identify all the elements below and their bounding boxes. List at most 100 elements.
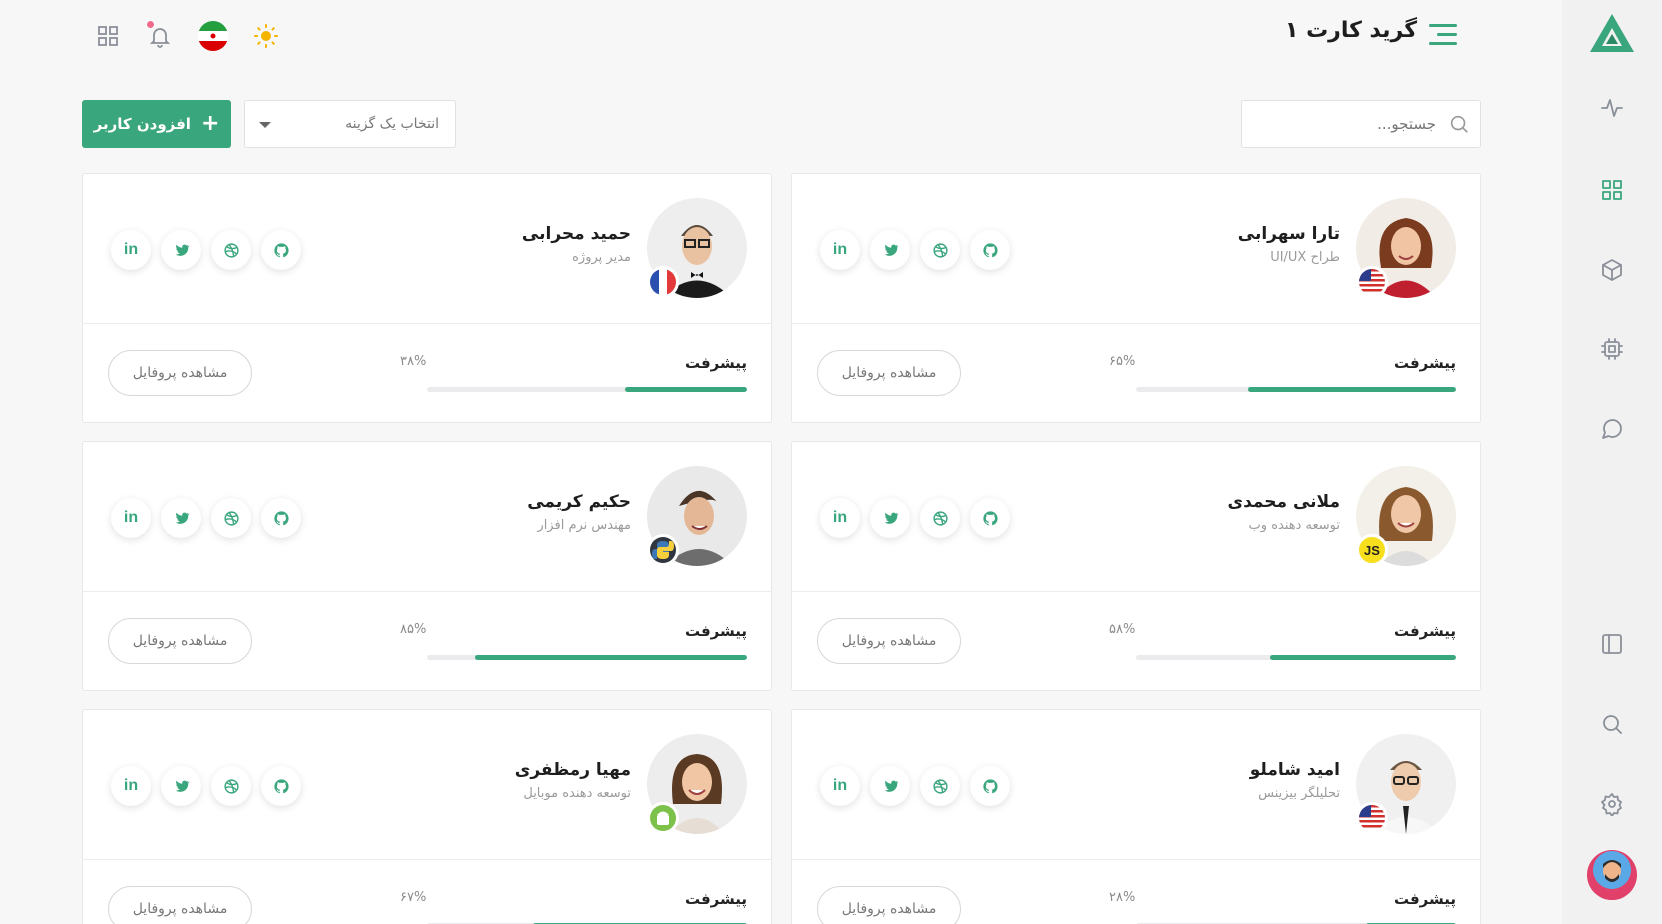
github-button[interactable]: [970, 766, 1010, 806]
add-user-label: افزودن کاربر: [93, 115, 191, 133]
us-flag-badge-icon: [1356, 266, 1388, 298]
card-header: JS ملانی محمدی توسعه دهنده وب in: [792, 442, 1480, 592]
dribbble-button[interactable]: [920, 498, 960, 538]
github-icon: [982, 778, 999, 795]
option-select[interactable]: انتخاب یک گزینه: [244, 100, 456, 148]
progress-fill: [1270, 655, 1456, 660]
twitter-icon: [173, 242, 190, 259]
linkedin-icon: in: [832, 509, 848, 526]
avatar-wrap: [1356, 734, 1456, 834]
social-links: in: [820, 498, 1010, 538]
dribbble-button[interactable]: [211, 766, 251, 806]
github-button[interactable]: [261, 498, 301, 538]
linkedin-icon: in: [832, 241, 848, 258]
card-header: امید شاملو تحلیلگر بیزینس in: [792, 710, 1480, 860]
settings-icon[interactable]: [1598, 790, 1626, 818]
twitter-button[interactable]: [161, 230, 201, 270]
dribbble-button[interactable]: [211, 498, 251, 538]
avatar-wrap: [647, 466, 747, 566]
view-profile-button[interactable]: مشاهده پروفایل: [817, 350, 961, 396]
github-button[interactable]: [970, 498, 1010, 538]
avatar-wrap: [647, 734, 747, 834]
progress-bar: [427, 387, 747, 392]
person-name: تارا سهرابی: [1237, 224, 1340, 244]
social-links: in: [111, 498, 301, 538]
linkedin-button[interactable]: in: [820, 230, 860, 270]
person-name: حمید محرابی: [521, 224, 631, 244]
search-icon[interactable]: [1598, 710, 1626, 738]
progress-fill: [625, 387, 747, 392]
iran-flag-icon[interactable]: [196, 19, 230, 53]
progress-percent: ۳۸%: [400, 354, 427, 369]
github-button[interactable]: [261, 766, 301, 806]
dribbble-icon: [932, 778, 949, 795]
github-icon: [982, 242, 999, 259]
linkedin-icon: in: [123, 777, 139, 794]
progress-percent: ۶۵%: [1109, 354, 1136, 369]
card-header: حمید محرابی مدیر پروژه in: [83, 174, 771, 324]
cube-icon[interactable]: [1598, 256, 1626, 284]
logo[interactable]: [1588, 12, 1636, 54]
twitter-button[interactable]: [161, 766, 201, 806]
twitter-button[interactable]: [870, 766, 910, 806]
progress-fill: [1248, 387, 1456, 392]
github-button[interactable]: [261, 230, 301, 270]
page-title: گرید کارت ۱: [1284, 18, 1417, 43]
apps-grid-icon[interactable]: [92, 20, 124, 52]
twitter-button[interactable]: [870, 498, 910, 538]
twitter-button[interactable]: [870, 230, 910, 270]
linkedin-icon: in: [123, 241, 139, 258]
user-card: JS ملانی محمدی توسعه دهنده وب in پیشرفت …: [791, 441, 1481, 691]
menu-icon[interactable]: [1429, 22, 1457, 48]
twitter-icon: [882, 778, 899, 795]
user-avatar[interactable]: [1587, 850, 1637, 900]
person-name: مهیا رمظفری: [514, 760, 631, 780]
progress-label: پیشرفت: [684, 622, 747, 640]
linkedin-button[interactable]: in: [820, 498, 860, 538]
linkedin-button[interactable]: in: [820, 766, 860, 806]
progress-bar: [427, 655, 747, 660]
chat-icon[interactable]: [1598, 415, 1626, 443]
social-links: in: [111, 766, 301, 806]
js-badge-text: JS: [1364, 542, 1380, 558]
sidebar-layout-icon[interactable]: [1598, 630, 1626, 658]
twitter-icon: [882, 510, 899, 527]
dribbble-button[interactable]: [920, 766, 960, 806]
progress-percent: ۶۷%: [400, 890, 427, 905]
view-profile-button[interactable]: مشاهده پروفایل: [108, 350, 252, 396]
github-button[interactable]: [970, 230, 1010, 270]
linkedin-button[interactable]: in: [111, 230, 151, 270]
view-profile-button[interactable]: مشاهده پروفایل: [108, 618, 252, 664]
social-links: in: [820, 230, 1010, 270]
python-badge-icon: [647, 534, 679, 566]
theme-sun-icon[interactable]: [250, 20, 282, 52]
grid-icon[interactable]: [1598, 176, 1626, 204]
avatar-wrap: JS: [1356, 466, 1456, 566]
dribbble-button[interactable]: [920, 230, 960, 270]
chevron-down-icon: [259, 122, 271, 128]
card-header: تارا سهرابی طراح UI/UX in: [792, 174, 1480, 324]
person-role: مهندس نرم افزار: [537, 518, 631, 533]
twitter-icon: [882, 242, 899, 259]
linkedin-button[interactable]: in: [111, 498, 151, 538]
person-role: توسعه دهنده وب: [1248, 518, 1340, 533]
search-input[interactable]: [1266, 115, 1436, 133]
twitter-button[interactable]: [161, 498, 201, 538]
bell-icon[interactable]: [144, 20, 176, 52]
person-role: تحلیلگر بیزینس: [1258, 786, 1340, 801]
progress-percent: ۵۸%: [1109, 622, 1136, 637]
add-user-button[interactable]: + افزودن کاربر: [82, 100, 231, 148]
notification-dot: [146, 20, 155, 29]
progress-label: پیشرفت: [1393, 622, 1456, 640]
progress-label: پیشرفت: [684, 890, 747, 908]
dribbble-button[interactable]: [211, 230, 251, 270]
view-profile-button[interactable]: مشاهده پروفایل: [108, 886, 252, 924]
chip-icon[interactable]: [1598, 335, 1626, 363]
user-card: حکیم کریمی مهندس نرم افزار in پیشرفت ۸۵%…: [82, 441, 772, 691]
activity-icon[interactable]: [1598, 94, 1626, 122]
card-header: حکیم کریمی مهندس نرم افزار in: [83, 442, 771, 592]
github-icon: [273, 242, 290, 259]
linkedin-button[interactable]: in: [111, 766, 151, 806]
view-profile-button[interactable]: مشاهده پروفایل: [817, 618, 961, 664]
view-profile-button[interactable]: مشاهده پروفایل: [817, 886, 961, 924]
